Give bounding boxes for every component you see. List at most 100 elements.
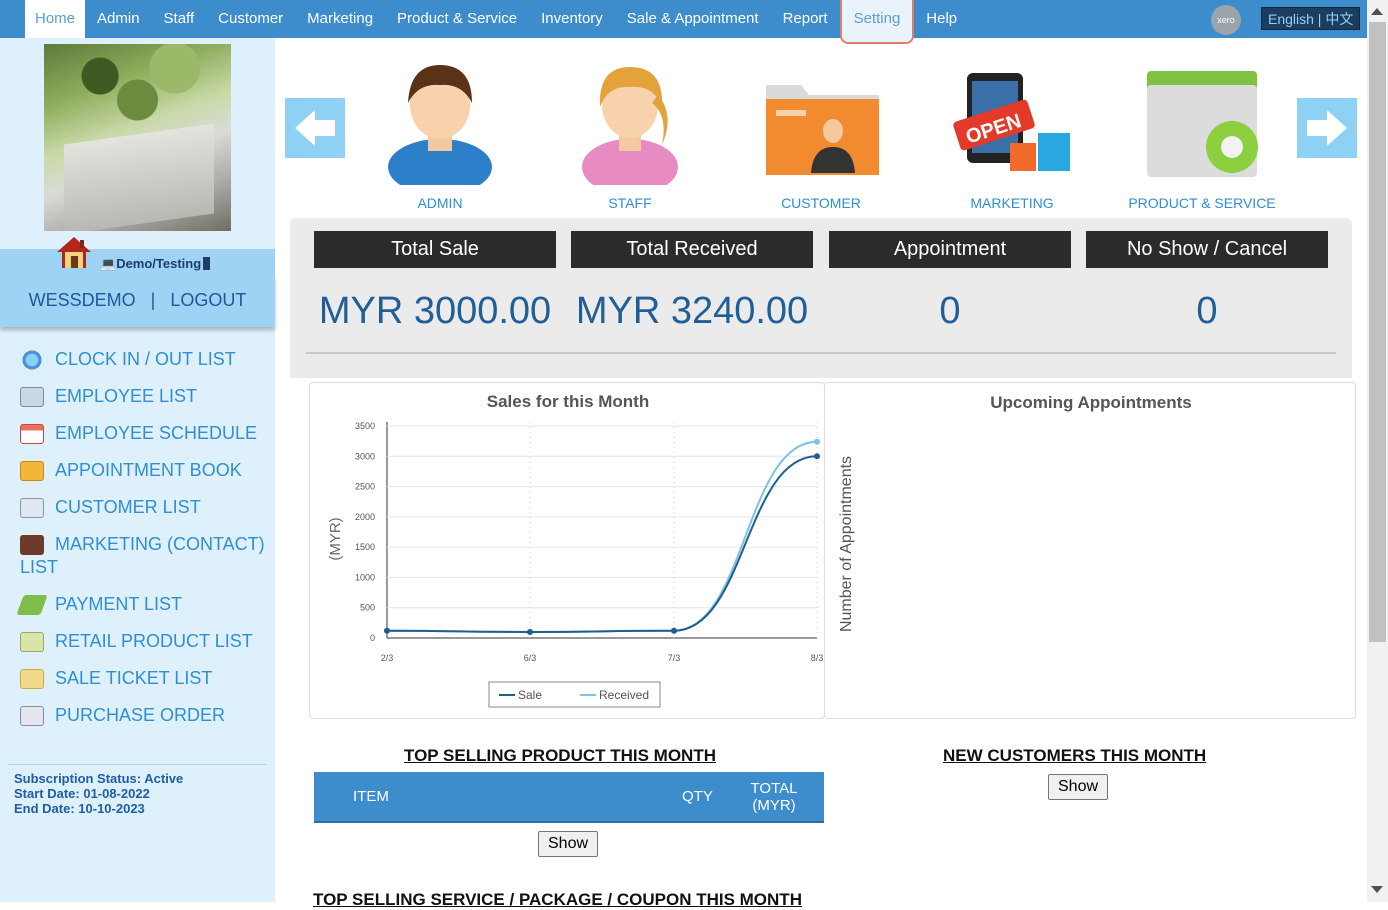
ticket-icon	[20, 669, 44, 689]
top-service-title: TOP SELLING SERVICE / PACKAGE / COUPON T…	[313, 890, 802, 909]
y-tick-label: 500	[360, 603, 375, 613]
nav-sale-appointment[interactable]: Sale & Appointment	[615, 0, 771, 38]
nav-marketing[interactable]: Marketing	[295, 0, 385, 38]
sale-data-point	[671, 627, 677, 634]
home-icon[interactable]	[54, 234, 94, 272]
customer-folder-icon	[766, 85, 879, 175]
top-product-title: TOP SELLING PRODUCT THIS MONTH	[404, 746, 716, 765]
payment-icon	[16, 595, 48, 615]
tile-customer-label: CUSTOMER	[781, 195, 861, 211]
tile-staff-label: STAFF	[608, 195, 652, 211]
sidebar-item-marketing-contact[interactable]: MARKETING (CONTACT) LIST	[20, 533, 270, 579]
sale-series-line	[386, 455, 818, 633]
sidebar-item-purchase-order[interactable]: PURCHASE ORDER	[20, 704, 270, 727]
sidebar-item-clock-in-out[interactable]: CLOCK IN / OUT LIST	[20, 348, 270, 371]
nav-report[interactable]: Report	[771, 0, 840, 38]
x-tick-label: 6/3	[524, 653, 537, 663]
sidebar-item-sale-ticket[interactable]: SALE TICKET LIST	[20, 667, 270, 690]
tile-product-service-label: PRODUCT & SERVICE	[1128, 195, 1276, 211]
sales-line-chart: 0 500 1000 1500 2000 2500 3000 3500 2/3 6/3 7/3 8/3…	[327, 421, 824, 708]
page-scrollbar[interactable]	[1367, 0, 1388, 902]
separator: |	[150, 290, 156, 310]
nav-product-service[interactable]: Product & Service	[385, 0, 529, 38]
carousel-prev-button[interactable]	[285, 98, 345, 158]
scroll-down-icon[interactable]	[1371, 886, 1383, 893]
nav-customer[interactable]: Customer	[206, 0, 295, 38]
customer-list-icon	[20, 498, 44, 518]
x-tick-label: 8/3	[811, 653, 824, 663]
tile-staff[interactable]: STAFF	[540, 55, 720, 211]
language-switch[interactable]: English | 中文	[1261, 7, 1361, 30]
sidebar: 💻Demo/Testing WESSDEMO | LOGOUT CLOCK IN…	[0, 38, 275, 902]
profile-photo	[44, 44, 231, 231]
new-customers-title: NEW CUSTOMERS THIS MONTH	[943, 746, 1207, 765]
kpi-appointment: 0	[939, 290, 961, 332]
top-product-show-button[interactable]: Show	[538, 831, 599, 857]
arrow-left-icon	[295, 110, 335, 146]
y-tick-label: 0	[370, 633, 375, 643]
phone-icon	[203, 257, 211, 270]
carousel-next-button[interactable]	[1297, 98, 1357, 158]
y-tick-label: 2500	[355, 482, 375, 492]
nav-inventory[interactable]: Inventory	[529, 0, 615, 38]
nav-help[interactable]: Help	[914, 0, 969, 38]
received-series-line	[386, 440, 818, 633]
logout-link[interactable]: LOGOUT	[170, 290, 246, 310]
sidebar-item-employee-schedule[interactable]: EMPLOYEE SCHEDULE	[20, 422, 270, 445]
tile-marketing[interactable]: OPEN MARKETING	[922, 55, 1102, 211]
sidebar-item-customer-list[interactable]: CUSTOMER LIST	[20, 496, 270, 519]
demo-label: 💻Demo/Testing	[100, 256, 211, 272]
legend-label-sale: Sale	[518, 688, 542, 702]
appointment-book-icon	[20, 461, 44, 481]
tile-product-service[interactable]: PRODUCT & SERVICE	[1112, 55, 1292, 211]
arrow-right-icon	[1307, 110, 1347, 146]
username-link[interactable]: WESSDEMO	[29, 290, 136, 310]
col-item: ITEM	[353, 788, 389, 805]
appointments-title: Upcoming Appointments	[990, 393, 1192, 412]
appointments-ylabel: Number of Appointments	[838, 455, 855, 633]
employee-list-icon	[20, 387, 44, 407]
kpi-no-show: 0	[1196, 290, 1218, 332]
tile-marketing-label: MARKETING	[970, 195, 1054, 211]
nav-admin[interactable]: Admin	[85, 0, 152, 38]
calendar-icon	[20, 424, 44, 444]
sidebar-menu: CLOCK IN / OUT LIST EMPLOYEE LIST EMPLOY…	[16, 348, 270, 741]
account-bar: WESSDEMO | LOGOUT	[0, 275, 275, 327]
sidebar-item-payment-list[interactable]: PAYMENT LIST	[16, 593, 270, 616]
sale-data-point	[384, 627, 390, 634]
scrollbar-thumb[interactable]	[1369, 22, 1386, 642]
x-tick-label: 7/3	[668, 653, 681, 663]
xero-icon[interactable]: xero	[1211, 5, 1241, 35]
tile-admin[interactable]: ADMIN	[350, 55, 530, 211]
y-tick-label: 3500	[355, 421, 375, 431]
start-date: Start Date: 01-08-2022	[14, 786, 150, 801]
product-box-icon	[20, 632, 44, 652]
nav-setting[interactable]: Setting	[839, 0, 915, 44]
nav-home[interactable]: Home	[25, 0, 86, 38]
sidebar-item-retail-product[interactable]: RETAIL PRODUCT LIST	[20, 630, 270, 653]
col-total: TOTAL (MYR)	[750, 780, 798, 814]
sale-data-point	[814, 453, 820, 460]
laptop-icon: 💻	[100, 256, 117, 271]
contact-book-icon	[20, 535, 44, 555]
kpi-header-no-show: No Show / Cancel	[1086, 231, 1328, 268]
top-product-table-header: ITEM QTY TOTAL (MYR)	[314, 772, 824, 823]
sale-data-point	[527, 628, 533, 635]
new-customers-show-button[interactable]: Show	[1048, 774, 1109, 800]
x-tick-label: 2/3	[381, 653, 394, 663]
admin-avatar-icon	[388, 65, 492, 195]
subscription-status: Subscription Status: Active	[14, 771, 184, 786]
kpi-header-appointment: Appointment	[829, 231, 1071, 268]
marketing-open-sign-icon: OPEN	[953, 73, 1070, 171]
tile-customer[interactable]: CUSTOMER	[731, 55, 911, 211]
sidebar-item-employee-list[interactable]: EMPLOYEE LIST	[20, 385, 270, 408]
sidebar-item-appointment-book[interactable]: APPOINTMENT BOOK	[20, 459, 270, 482]
nav-staff[interactable]: Staff	[152, 0, 207, 38]
kpi-header-total-received: Total Received	[571, 231, 813, 268]
kpi-total-sale: MYR 3000.00	[318, 290, 552, 332]
legend-label-received: Received	[599, 688, 649, 702]
scroll-up-icon[interactable]	[1371, 8, 1383, 15]
kpi-header-total-sale: Total Sale	[314, 231, 556, 268]
end-date: End Date: 10-10-2023	[14, 801, 145, 816]
y-axis-label: (MYR)	[327, 517, 344, 560]
